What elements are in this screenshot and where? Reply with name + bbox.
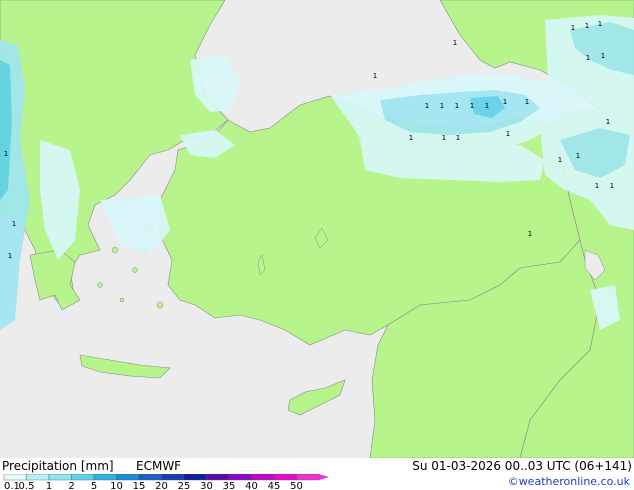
cell-value: 1 — [506, 130, 510, 138]
chart-title: Precipitation [mm] — [2, 459, 114, 473]
cell-value: 1 — [525, 98, 529, 106]
scale-swatch — [116, 474, 140, 481]
cell-value: 1 — [470, 102, 474, 110]
cell-value: 1 — [440, 102, 444, 110]
valid-time: Su 01-03-2026 00..03 UTC (06+141) — [412, 459, 632, 473]
scale-label: 10 — [110, 481, 123, 490]
scale-label: 20 — [155, 481, 168, 490]
cell-value: 1 — [453, 39, 457, 47]
scale-swatch — [251, 474, 275, 481]
scale-swatch — [3, 474, 27, 481]
scale-swatch — [48, 474, 72, 481]
cell-value: 1 — [425, 102, 429, 110]
cell-value: 1 — [503, 98, 507, 106]
cell-value: 1 — [528, 230, 532, 238]
footer-bar: Precipitation [mm] ECMWF Su 01-03-2026 0… — [0, 458, 634, 490]
cell-value: 1 — [455, 102, 459, 110]
scale-label: 5 — [91, 481, 97, 490]
cell-value: 1 — [373, 72, 377, 80]
scale-swatch — [273, 474, 297, 481]
scale-swatch — [71, 474, 95, 481]
scale-label: 35 — [223, 481, 236, 490]
cell-value: 1 — [598, 20, 602, 28]
cell-value: 1 — [585, 22, 589, 30]
scale-swatch — [183, 474, 207, 481]
cell-value: 1 — [442, 134, 446, 142]
cell-value: 1 — [12, 220, 16, 228]
scale-swatch — [26, 474, 50, 481]
scale-label: 40 — [245, 481, 258, 490]
cell-value: 1 — [485, 102, 489, 110]
scale-swatch — [93, 474, 117, 481]
cell-value: 1 — [456, 134, 460, 142]
scale-label: 2 — [68, 481, 74, 490]
cell-value: 1 — [8, 252, 12, 260]
cell-value: 1 — [606, 118, 610, 126]
scale-swatch — [206, 474, 230, 481]
cell-value: 1 — [576, 152, 580, 160]
scale-label: 0.5 — [19, 481, 35, 490]
scale-overflow-arrow — [319, 474, 329, 480]
scale-label: 15 — [133, 481, 146, 490]
credit-link[interactable]: ©weatheronline.co.uk — [508, 475, 630, 488]
cell-value: 1 — [558, 156, 562, 164]
scale-label: 25 — [178, 481, 191, 490]
scale-swatch — [161, 474, 185, 481]
cell-value: 1 — [586, 54, 590, 62]
precipitation-map: 1 1 1 1 1 1 1 1 1 1 1 1 1 1 1 1 1 1 1 1 1 1 1 1 1 1 1 — [0, 0, 634, 458]
scale-label: 30 — [200, 481, 213, 490]
cell-value: 1 — [610, 182, 614, 190]
cell-value: 1 — [571, 24, 575, 32]
cell-value: 1 — [409, 134, 413, 142]
scale-swatch — [296, 474, 320, 481]
map-viewer: 1 1 1 1 1 1 1 1 1 1 1 1 1 1 1 1 1 1 1 1 1 1 1 1 1 1 1 Precipitatio… — [0, 0, 634, 490]
scale-label: 1 — [46, 481, 52, 490]
color-scale: 0.10.5 1 2 5 10 15 20 25 30 35 40 45 50 — [3, 474, 329, 490]
scale-label: 45 — [268, 481, 281, 490]
cell-value: 1 — [601, 52, 605, 60]
scale-swatch — [138, 474, 162, 481]
cell-value: 1 — [595, 182, 599, 190]
scale-label: 50 — [290, 481, 303, 490]
scale-swatch — [228, 474, 252, 481]
scale-label: 0.1 — [4, 481, 20, 490]
model-name: ECMWF — [136, 459, 182, 473]
cell-value: 1 — [4, 150, 8, 158]
